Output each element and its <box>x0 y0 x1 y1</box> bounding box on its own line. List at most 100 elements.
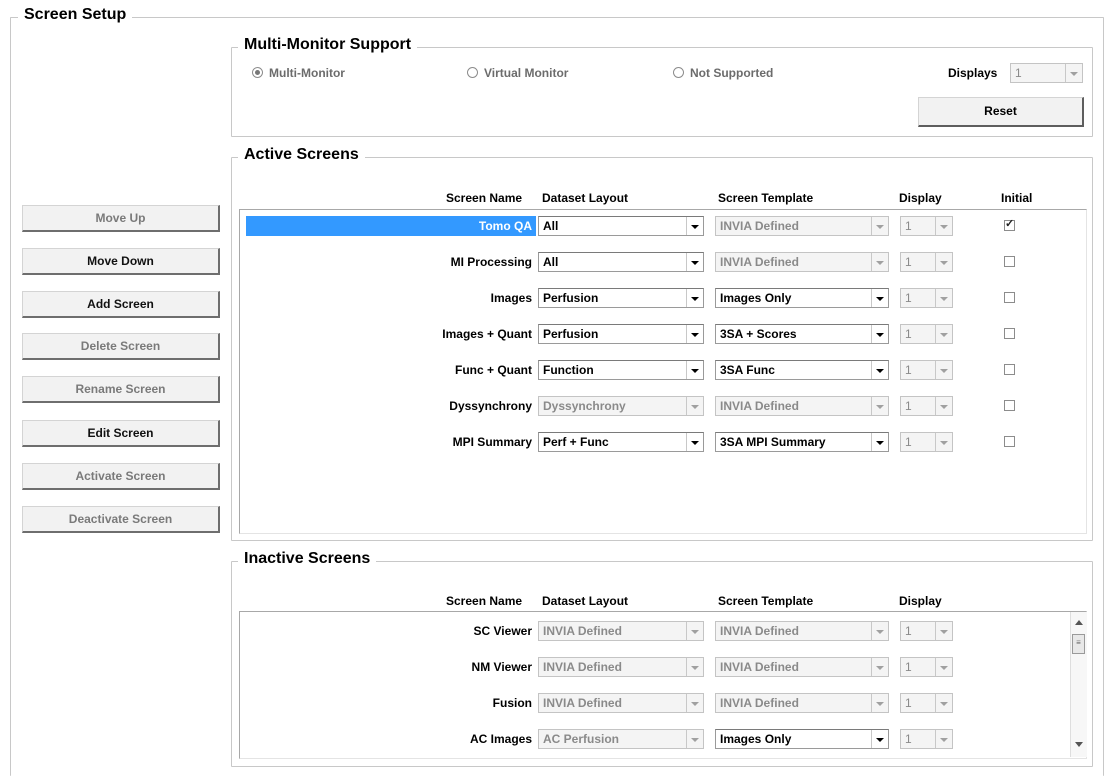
dataset-layout-select[interactable]: INVIA Defined <box>538 621 704 641</box>
move-down-button[interactable]: Move Down <box>22 248 220 275</box>
chevron-down-icon <box>1065 64 1082 82</box>
chevron-down-icon <box>935 694 952 712</box>
screen-name-cell[interactable]: NM Viewer <box>246 657 536 677</box>
displays-select[interactable]: 1 <box>1010 63 1083 83</box>
rename-screen-button[interactable]: Rename Screen <box>22 376 220 403</box>
initial-checkbox[interactable] <box>1004 292 1015 303</box>
display-select[interactable]: 1 <box>900 288 953 308</box>
displays-label: Displays <box>948 66 998 80</box>
scroll-thumb[interactable]: ≡ <box>1072 634 1085 654</box>
screen-template-select[interactable]: INVIA Defined <box>715 216 889 236</box>
delete-screen-button[interactable]: Delete Screen <box>22 333 220 360</box>
header-screen-template: Screen Template <box>718 191 814 205</box>
screen-template-select-value: INVIA Defined <box>720 660 799 674</box>
display-select[interactable]: 1 <box>900 360 953 380</box>
header-screen-name: Screen Name <box>446 594 523 608</box>
screen-template-select[interactable]: INVIA Defined <box>715 621 889 641</box>
check-icon: ✓ <box>1005 218 1015 230</box>
chevron-down-icon <box>686 397 703 415</box>
screen-name-label: Images + Quant <box>442 327 532 341</box>
display-select[interactable]: 1 <box>900 324 953 344</box>
initial-checkbox[interactable] <box>1004 400 1015 411</box>
display-select[interactable]: 1 <box>900 396 953 416</box>
edit-screen-button[interactable]: Edit Screen <box>22 420 220 447</box>
dataset-layout-select[interactable]: Perfusion <box>538 324 704 344</box>
screen-name-cell[interactable]: AC Images <box>246 729 536 749</box>
dataset-layout-select[interactable]: All <box>538 252 704 272</box>
dataset-layout-select[interactable]: Dyssynchrony <box>538 396 704 416</box>
screen-name-cell[interactable]: Fusion <box>246 693 536 713</box>
screen-name-cell[interactable]: SC Viewer <box>246 621 536 641</box>
dataset-layout-select[interactable]: Perf + Func <box>538 432 704 452</box>
deactivate-screen-button[interactable]: Deactivate Screen <box>22 506 220 533</box>
chevron-down-icon <box>935 325 952 343</box>
display-select[interactable]: 1 <box>900 216 953 236</box>
reset-button[interactable]: Reset <box>918 97 1084 127</box>
dataset-layout-select[interactable]: Function <box>538 360 704 380</box>
screen-name-cell[interactable]: Func + Quant <box>246 360 536 380</box>
display-select[interactable]: 1 <box>900 729 953 749</box>
dataset-layout-select[interactable]: INVIA Defined <box>538 693 704 713</box>
display-select[interactable]: 1 <box>900 252 953 272</box>
screen-name-cell[interactable]: Images <box>246 288 536 308</box>
screen-name-cell[interactable]: Tomo QA <box>246 216 536 236</box>
display-select-value: 1 <box>905 696 912 710</box>
active-screens-title: Active Screens <box>238 146 365 164</box>
dataset-layout-select[interactable]: All <box>538 216 704 236</box>
initial-checkbox[interactable] <box>1004 256 1015 267</box>
screen-name-cell[interactable]: MPI Summary <box>246 432 536 452</box>
dataset-layout-select-value: Perf + Func <box>543 435 609 449</box>
screen-template-select-value: INVIA Defined <box>720 696 799 710</box>
dataset-layout-select-value: Function <box>543 363 594 377</box>
screen-template-select[interactable]: 3SA MPI Summary <box>715 432 889 452</box>
chevron-down-icon <box>686 289 703 307</box>
screen-template-select[interactable]: 3SA + Scores <box>715 324 889 344</box>
add-screen-button[interactable]: Add Screen <box>22 291 220 318</box>
screen-name-cell[interactable]: MI Processing <box>246 252 536 272</box>
screen-name-cell[interactable]: Dyssynchrony <box>246 396 536 416</box>
screen-template-select[interactable]: INVIA Defined <box>715 396 889 416</box>
displays-value: 1 <box>1015 66 1022 80</box>
screen-template-select[interactable]: INVIA Defined <box>715 693 889 713</box>
radio-label: Multi-Monitor <box>269 66 345 80</box>
screen-name-label: Func + Quant <box>454 363 532 377</box>
chevron-down-icon <box>935 730 952 748</box>
screen-template-select[interactable]: 3SA Func <box>715 360 889 380</box>
radio-not-supported[interactable]: Not Supported <box>673 66 773 80</box>
screen-template-select[interactable]: Images Only <box>715 729 889 749</box>
activate-screen-button[interactable]: Activate Screen <box>22 463 220 490</box>
initial-checkbox[interactable] <box>1004 328 1015 339</box>
screen-template-select-value: Images Only <box>720 291 792 305</box>
dataset-layout-select[interactable]: AC Perfusion <box>538 729 704 749</box>
inactive-scrollbar[interactable]: ≡ <box>1070 612 1087 757</box>
header-display: Display <box>899 594 942 608</box>
dataset-layout-select[interactable]: INVIA Defined <box>538 657 704 677</box>
chevron-down-icon <box>686 325 703 343</box>
move-up-button[interactable]: Move Up <box>22 205 220 232</box>
scroll-down-arrow-icon[interactable] <box>1075 742 1083 747</box>
screen-name-label: Dyssynchrony <box>449 399 532 413</box>
display-select[interactable]: 1 <box>900 693 953 713</box>
screen-name-label: AC Images <box>469 732 532 746</box>
chevron-down-icon <box>871 622 888 640</box>
chevron-down-icon <box>935 622 952 640</box>
display-select[interactable]: 1 <box>900 657 953 677</box>
display-select[interactable]: 1 <box>900 621 953 641</box>
screen-template-select[interactable]: INVIA Defined <box>715 252 889 272</box>
screen-name-cell[interactable]: Images + Quant <box>246 324 536 344</box>
screen-template-select[interactable]: Images Only <box>715 288 889 308</box>
initial-checkbox[interactable]: ✓ <box>1004 218 1015 231</box>
dataset-layout-select[interactable]: Perfusion <box>538 288 704 308</box>
radio-virtual-monitor[interactable]: Virtual Monitor <box>467 66 568 80</box>
radio-multi-monitor[interactable]: Multi-Monitor <box>252 66 345 80</box>
initial-checkbox[interactable] <box>1004 436 1015 447</box>
initial-checkbox[interactable] <box>1004 364 1015 375</box>
screen-template-select[interactable]: INVIA Defined <box>715 657 889 677</box>
scroll-up-arrow-icon[interactable] <box>1075 620 1083 625</box>
radio-label: Not Supported <box>690 66 774 80</box>
display-select[interactable]: 1 <box>900 432 953 452</box>
dataset-layout-select-value: AC Perfusion <box>543 732 620 746</box>
display-select-value: 1 <box>905 291 912 305</box>
chevron-down-icon <box>686 433 703 451</box>
screen-name-label: Images <box>490 291 532 305</box>
